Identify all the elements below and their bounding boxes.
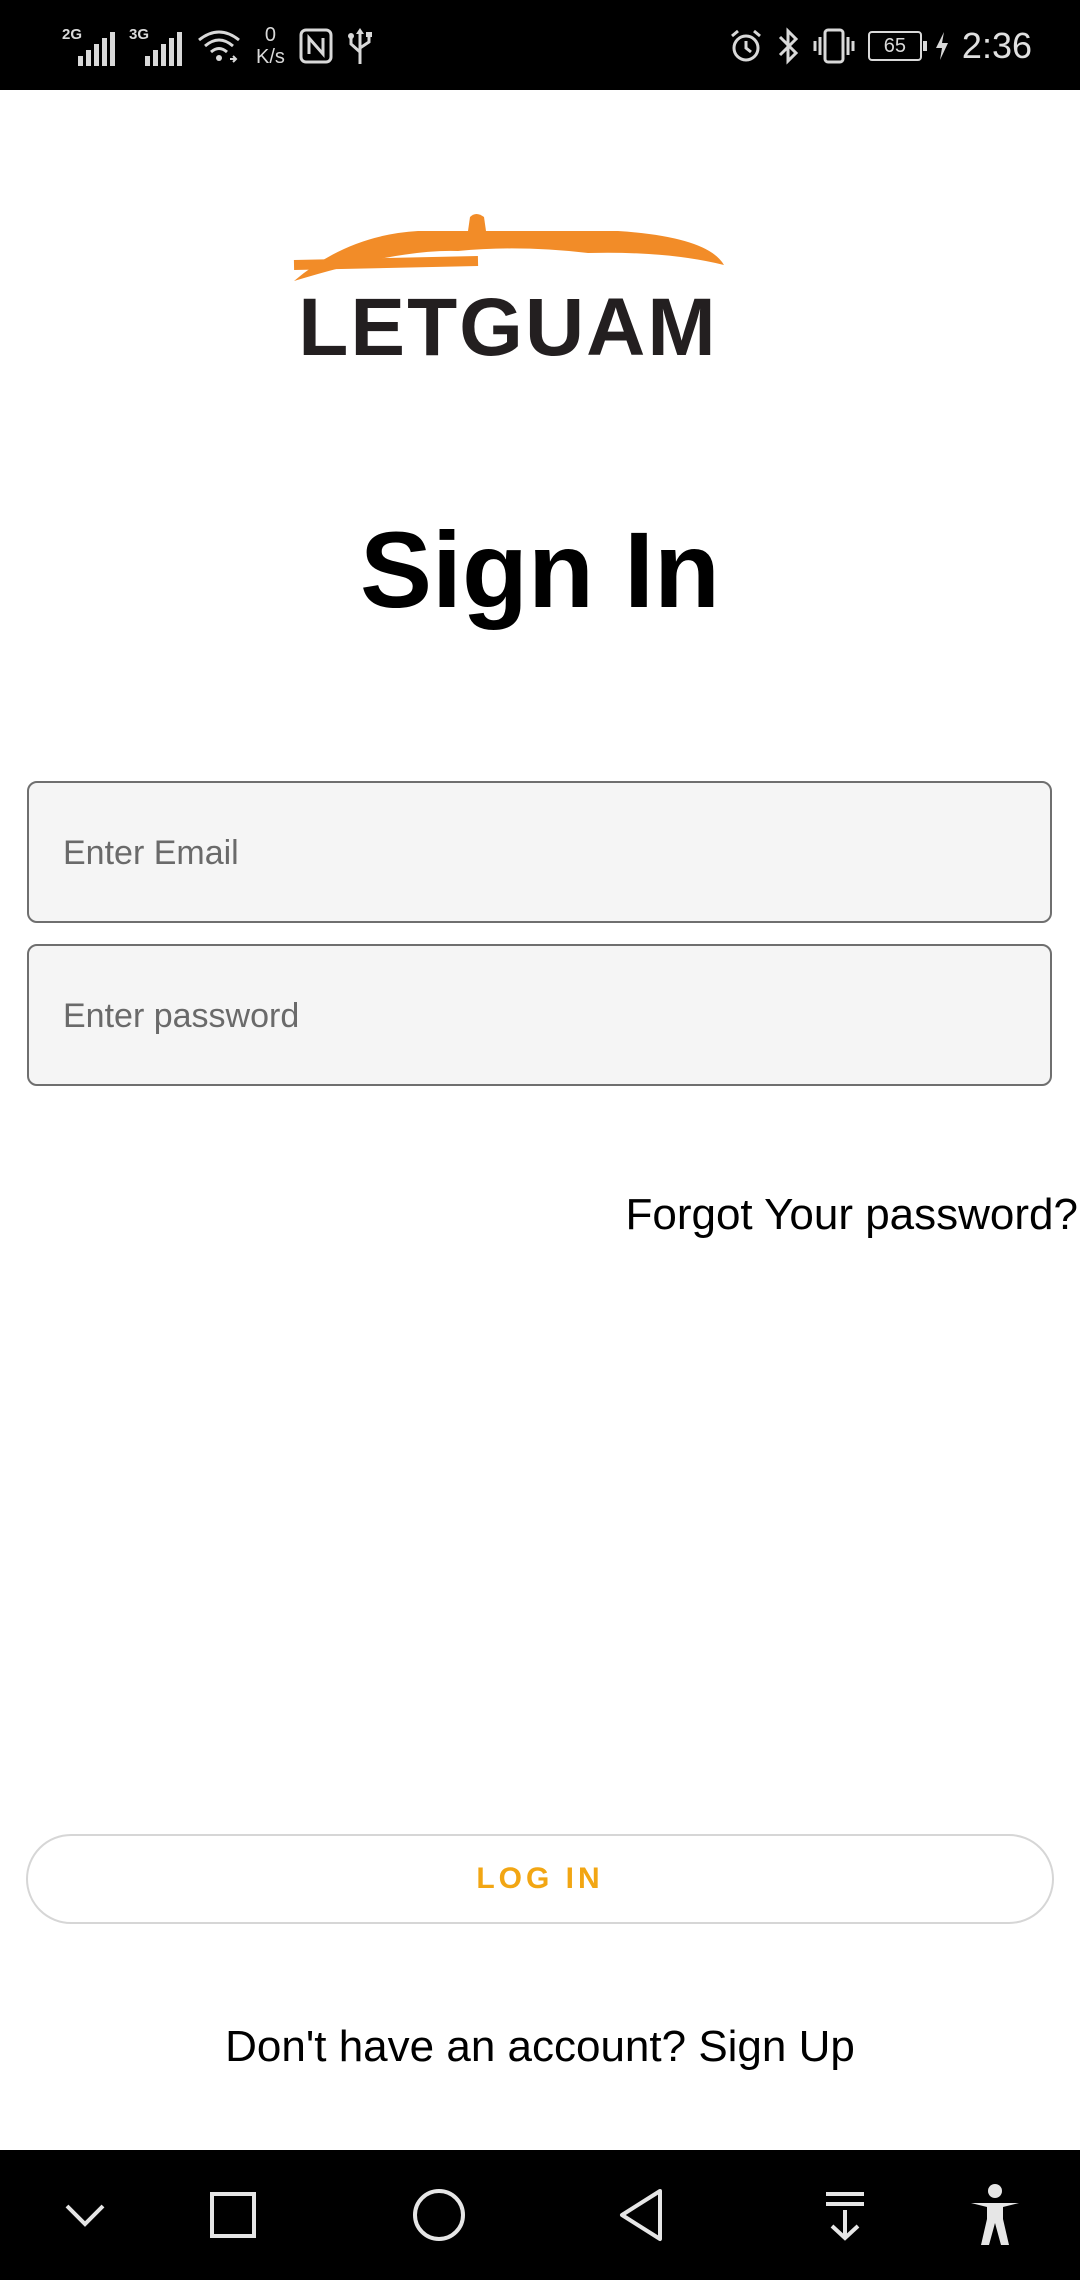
signup-link[interactable]: Don't have an account? Sign Up xyxy=(0,2022,1080,2072)
bluetooth-icon xyxy=(778,27,799,65)
login-button-label: LOG IN xyxy=(476,1862,604,1895)
battery-level: 65 xyxy=(883,35,907,57)
back-triangle-icon[interactable] xyxy=(596,2170,686,2260)
status-bar: 2G 3G 0 K/s 65 2:36 xyxy=(0,0,1080,90)
logo-wordmark: LETGUAM xyxy=(298,282,717,365)
recents-square-icon[interactable] xyxy=(188,2170,278,2260)
forgot-password-link[interactable]: Forgot Your password? xyxy=(625,1190,1078,1240)
navigation-bar xyxy=(0,2150,1080,2280)
letguam-logo: LETGUAM xyxy=(288,165,728,373)
chevron-down-icon[interactable] xyxy=(40,2170,130,2260)
notification-pull-icon[interactable] xyxy=(800,2170,890,2260)
car-roof-icon: LETGUAM xyxy=(293,214,724,373)
status-time: 2:36 xyxy=(961,25,1032,66)
login-button[interactable]: LOG IN xyxy=(26,1834,1054,1924)
password-input[interactable] xyxy=(61,946,1025,1086)
alarm-icon xyxy=(730,29,761,62)
net-speed-value: 0 xyxy=(264,24,277,46)
signal-type-label: 3G xyxy=(129,26,150,43)
email-input[interactable] xyxy=(61,783,1025,923)
wifi-icon xyxy=(198,30,240,63)
vibrate-icon xyxy=(813,28,855,64)
nfc-icon xyxy=(299,28,333,64)
accessibility-icon[interactable] xyxy=(950,2170,1040,2260)
net-speed-indicator: 0 K/s xyxy=(256,24,285,68)
home-circle-icon[interactable] xyxy=(394,2170,484,2260)
password-field[interactable] xyxy=(27,944,1052,1086)
signal-type-label: 2G xyxy=(62,26,83,43)
battery-icon: 65 xyxy=(867,31,927,61)
status-left-group: 2G 3G 0 K/s xyxy=(62,18,373,74)
email-field[interactable] xyxy=(27,781,1052,923)
status-right-group: 65 2:36 xyxy=(728,18,1032,74)
usb-icon xyxy=(347,28,372,64)
signal-icon: 3G xyxy=(129,26,182,66)
charging-icon xyxy=(935,32,948,60)
page-title: Sign In xyxy=(360,509,720,630)
net-speed-unit: K/s xyxy=(256,46,285,68)
signal-icon: 2G xyxy=(62,26,115,66)
